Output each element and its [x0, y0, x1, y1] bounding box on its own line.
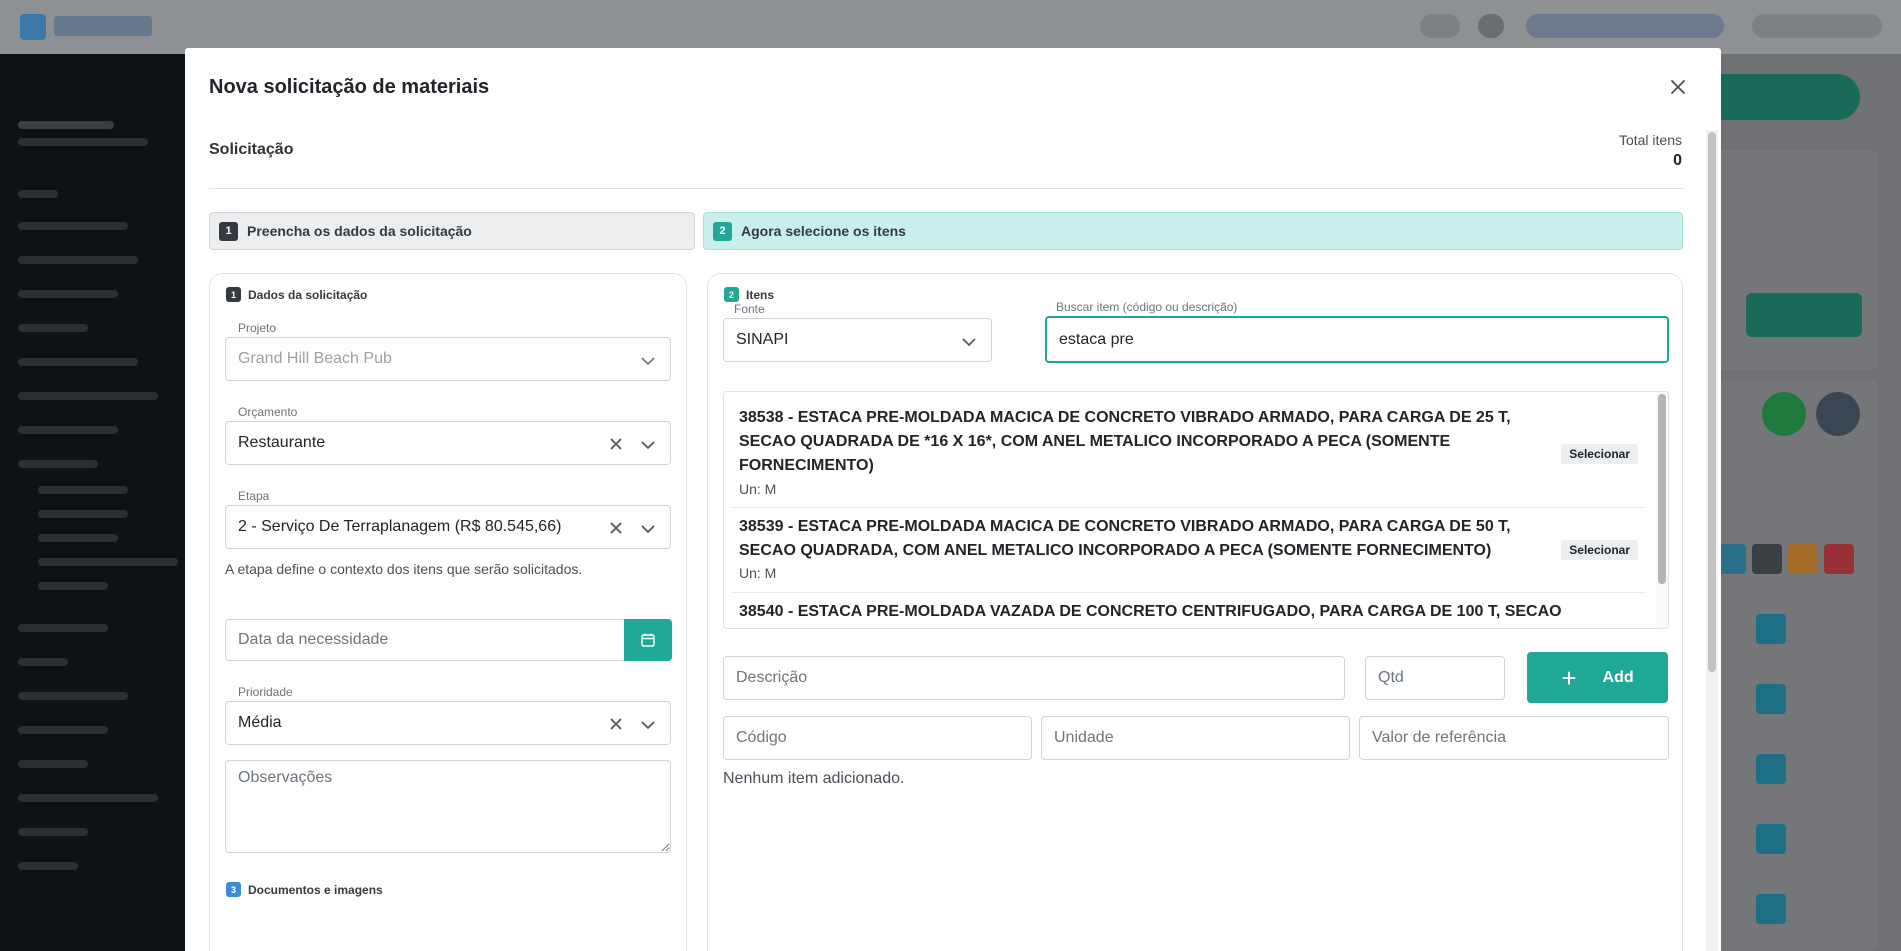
calendar-icon [641, 633, 655, 647]
step-2-banner: 2 Agora selecione os itens [703, 212, 1683, 250]
items-panel: 2 Itens Fonte SINAPI Buscar item (código… [707, 273, 1683, 951]
modal-scrollbar-thumb[interactable] [1708, 132, 1716, 672]
documents-section-title: 3 Documentos e imagens [226, 882, 383, 897]
item-search-input[interactable] [1045, 316, 1669, 363]
step-1-banner: 1 Preencha os dados da solicitação [209, 212, 695, 250]
chevron-down-icon [641, 525, 655, 534]
list-item[interactable]: 38538 - ESTACA PRE-MOLDADA MACICA DE CON… [731, 392, 1646, 508]
bg-excel-icon [1762, 392, 1806, 436]
etapa-value: 2 - Serviço De Terraplanagem (R$ 80.545,… [238, 518, 562, 535]
etapa-hint: A etapa define o contexto dos itens que … [225, 561, 583, 577]
data-necessidade-input[interactable] [225, 619, 625, 661]
busca-label: Buscar item (código ou descrição) [1056, 300, 1238, 314]
app-logo [20, 14, 46, 40]
panel-title: 2 Itens [724, 287, 774, 302]
bg-export-icon [1816, 392, 1860, 436]
descricao-input[interactable] [723, 656, 1345, 700]
user-menu [1752, 14, 1882, 38]
panel-title-text: Dados da solicitação [248, 287, 368, 302]
calendar-button[interactable] [624, 619, 672, 661]
fonte-value: SINAPI [736, 331, 789, 348]
new-material-request-modal: Nova solicitação de materiais Solicitaçã… [185, 48, 1721, 951]
total-items-value: 0 [1673, 152, 1682, 169]
prioridade-label: Prioridade [238, 685, 293, 699]
modal-title: Nova solicitação de materiais [209, 76, 490, 98]
step-label: Preencha os dados da solicitação [247, 223, 472, 239]
observacoes-textarea[interactable] [225, 760, 671, 853]
projeto-value: Grand Hill Beach Pub [238, 350, 392, 367]
section-number-badge: 3 [226, 882, 241, 897]
clear-icon[interactable] [607, 715, 625, 733]
unidade-input[interactable] [1041, 716, 1350, 760]
select-item-button[interactable]: Selecionar [1561, 444, 1638, 464]
clear-icon[interactable] [607, 435, 625, 453]
result-description: 38539 - ESTACA PRE-MOLDADA MACICA DE CON… [739, 518, 1511, 559]
orcamento-value: Restaurante [238, 434, 326, 451]
toggle-icon [1420, 14, 1460, 38]
bell-icon [1478, 14, 1504, 38]
section-number-badge: 1 [226, 287, 241, 302]
add-item-button[interactable]: + Add [1527, 652, 1668, 703]
prioridade-select[interactable]: Média [225, 701, 671, 745]
results-scrollbar-thumb[interactable] [1658, 394, 1666, 584]
prioridade-value: Média [238, 714, 282, 731]
codigo-input[interactable] [723, 716, 1032, 760]
close-icon[interactable] [1667, 76, 1689, 98]
panel-title-text: Itens [746, 287, 775, 302]
search-results-list: 38538 - ESTACA PRE-MOLDADA MACICA DE CON… [723, 391, 1669, 629]
chevron-down-icon [641, 357, 655, 366]
panel-title: 1 Dados da solicitação [226, 287, 367, 302]
request-data-panel: 1 Dados da solicitação Projeto Grand Hil… [209, 273, 687, 951]
bg-new-request-button [1700, 74, 1860, 120]
valor-referencia-input[interactable] [1359, 716, 1669, 760]
result-description: 38540 - ESTACA PRE-MOLDADA VAZADA DE CON… [739, 603, 1562, 620]
company-selector [1526, 14, 1724, 38]
section-title-solicitacao: Solicitação [209, 141, 294, 158]
result-description: 38538 - ESTACA PRE-MOLDADA MACICA DE CON… [739, 409, 1511, 474]
etapa-label: Etapa [238, 489, 270, 503]
orcamento-label: Orçamento [238, 405, 298, 419]
list-item[interactable]: 38539 - ESTACA PRE-MOLDADA MACICA DE CON… [731, 508, 1646, 593]
result-unit: Un: M [739, 481, 777, 497]
documents-title-text: Documentos e imagens [248, 882, 383, 897]
select-item-button[interactable]: Selecionar [1561, 540, 1638, 560]
qtd-input[interactable] [1365, 656, 1505, 700]
clear-icon[interactable] [607, 519, 625, 537]
projeto-label: Projeto [238, 321, 277, 335]
orcamento-select[interactable]: Restaurante [225, 421, 671, 465]
header-divider [209, 188, 1683, 189]
step-number-badge: 1 [219, 221, 238, 241]
chevron-down-icon [641, 721, 655, 730]
section-number-badge: 2 [724, 287, 739, 302]
total-items-label: Total itens [1618, 132, 1682, 148]
app-logo-text [54, 16, 152, 36]
etapa-select[interactable]: 2 - Serviço De Terraplanagem (R$ 80.545,… [225, 505, 671, 549]
add-label: Add [1602, 668, 1634, 686]
fonte-select[interactable]: SINAPI [723, 318, 992, 362]
bg-search-button [1746, 293, 1862, 337]
chevron-down-icon [641, 441, 655, 450]
chevron-down-icon [962, 338, 976, 347]
plus-icon: + [1561, 662, 1577, 693]
step-number-badge: 2 [713, 221, 732, 241]
list-item[interactable]: 38540 - ESTACA PRE-MOLDADA VAZADA DE CON… [731, 593, 1646, 628]
result-unit: Un: M [739, 565, 777, 581]
step-label: Agora selecione os itens [741, 223, 906, 239]
fonte-label: Fonte [734, 302, 765, 316]
projeto-select[interactable]: Grand Hill Beach Pub [225, 337, 671, 381]
empty-items-message: Nenhum item adicionado. [723, 770, 905, 787]
